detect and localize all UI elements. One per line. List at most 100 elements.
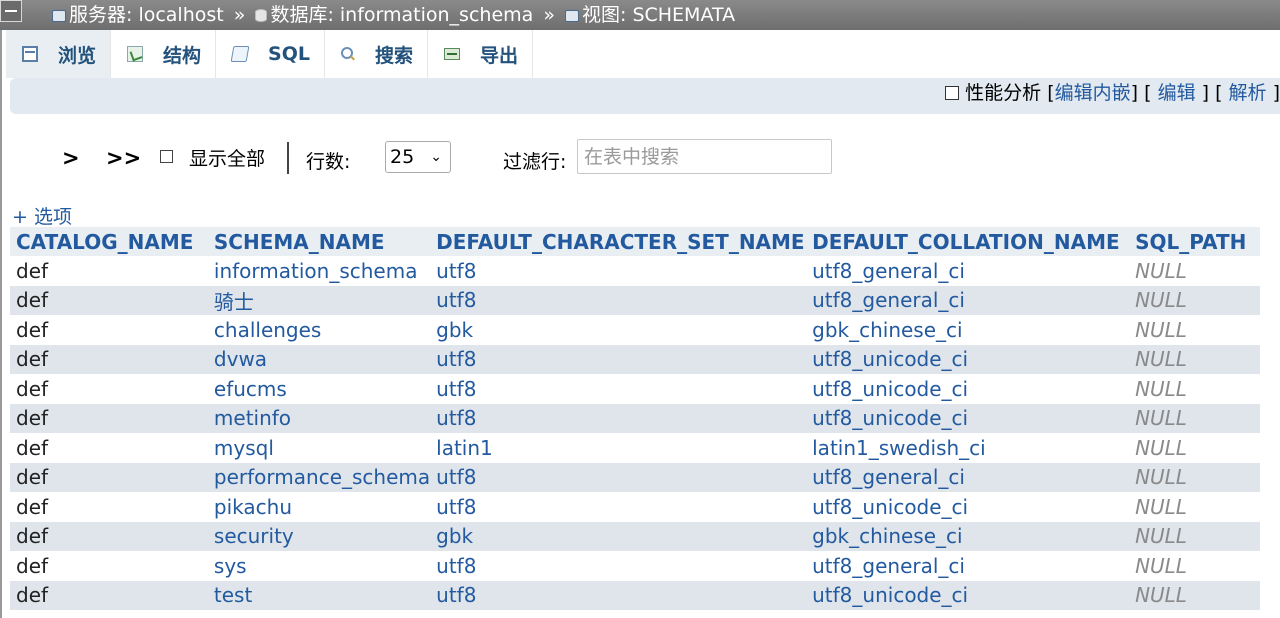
cell-catalog-name: def [10, 433, 208, 463]
cell-catalog-name: def [10, 374, 208, 404]
cell-sql-path: NULL [1129, 285, 1260, 315]
cell-sql-path: NULL [1129, 433, 1260, 463]
view-icon [565, 10, 579, 22]
sql-icon [230, 46, 250, 62]
breadcrumb: 服务器: localhost » 数据库: information_schema… [52, 0, 735, 30]
export-icon [444, 48, 460, 60]
cell-collation: utf8_unicode_ci [806, 374, 1130, 404]
rows-per-page-select[interactable]: 25 ⌄ [385, 141, 451, 173]
cell-schema-name: test [207, 580, 431, 610]
table-row[interactable]: def dvwa utf8 utf8_unicode_ci NULL [10, 344, 1260, 374]
table-row[interactable]: def performance_schema utf8 utf8_general_ci… [10, 462, 1260, 492]
cell-collation: utf8_general_ci [806, 256, 1130, 286]
show-all-checkbox[interactable] [160, 150, 173, 163]
cell-catalog-name: def [10, 580, 208, 610]
tab-structure[interactable]: 结构 [111, 30, 217, 78]
cell-collation: utf8_unicode_ci [806, 580, 1130, 610]
breadcrumb-view[interactable]: 视图: SCHEMATA [582, 4, 735, 26]
tab-label: 搜索 [374, 44, 413, 67]
cell-sql-path: NULL [1129, 551, 1260, 581]
cell-catalog-name: def [10, 551, 208, 581]
table-row[interactable]: def metinfo utf8 utf8_unicode_ci NULL [10, 403, 1260, 433]
table-body: def information_schema utf8 utf8_general_ci… [10, 256, 1260, 610]
table-row[interactable]: def security gbk gbk_chinese_ci NULL [10, 521, 1260, 551]
tab-browse[interactable]: 浏览 [6, 30, 112, 78]
breadcrumb-database[interactable]: 数据库: information_schema [270, 4, 533, 26]
cell-schema-name: challenges [207, 315, 431, 345]
cell-catalog-name: def [10, 521, 208, 551]
cell-collation: gbk_chinese_ci [806, 315, 1130, 345]
cell-character-set: utf8 [430, 344, 807, 374]
chevron-down-icon: ⌄ [430, 149, 442, 165]
breadcrumb-server[interactable]: 服务器: localhost [69, 4, 224, 26]
column-header-sql-path[interactable]: SQL_PATH [1129, 227, 1260, 256]
cell-schema-name: metinfo [207, 403, 431, 433]
cell-sql-path: NULL [1129, 492, 1260, 522]
cell-collation: gbk_chinese_ci [806, 521, 1130, 551]
table-row[interactable]: def test utf8 utf8_unicode_ci NULL [10, 580, 1260, 610]
next-page-button[interactable]: > [62, 146, 80, 170]
results-table: CATALOG_NAME SCHEMA_NAME DEFAULT_CHARACT… [10, 227, 1260, 610]
tab-export[interactable]: 导出 [428, 30, 534, 78]
cell-catalog-name: def [10, 462, 208, 492]
cell-catalog-name: def [10, 256, 208, 286]
table-row[interactable]: def information_schema utf8 utf8_general_ci… [10, 256, 1260, 286]
show-all-label: 显示全部 [189, 148, 266, 170]
structure-icon [127, 46, 144, 62]
options-link[interactable]: + 选项 [12, 202, 72, 229]
table-row[interactable]: def efucms utf8 utf8_unicode_ci NULL [10, 374, 1260, 404]
column-header-catalog-name[interactable]: CATALOG_NAME [10, 227, 208, 256]
table-row[interactable]: def 骑士 utf8 utf8_general_ci NULL [10, 285, 1260, 315]
cell-sql-path: NULL [1129, 521, 1260, 551]
tab-sql[interactable]: SQL [216, 30, 325, 78]
cell-sql-path: NULL [1129, 344, 1260, 374]
database-icon [255, 9, 268, 22]
column-header-default-character-set-name[interactable]: DEFAULT_CHARACTER_SET_NAME [430, 227, 807, 256]
rows-per-page-value: 25 [390, 146, 415, 168]
table-row[interactable]: def sys utf8 utf8_general_ci NULL [10, 551, 1260, 581]
filter-label: 过滤行: [503, 151, 567, 173]
cell-schema-name: dvwa [207, 344, 431, 374]
cell-character-set: utf8 [430, 492, 807, 522]
cell-character-set: utf8 [430, 551, 807, 581]
cell-schema-name: performance_schema [207, 462, 431, 492]
column-header-schema-name[interactable]: SCHEMA_NAME [207, 227, 431, 256]
collapse-icon[interactable] [0, 0, 22, 22]
cell-schema-name: information_schema [207, 256, 431, 286]
cell-schema-name: security [207, 521, 431, 551]
cell-character-set: utf8 [430, 462, 807, 492]
last-page-button[interactable]: >> [106, 146, 141, 170]
cell-collation: latin1_swedish_ci [806, 433, 1130, 463]
cell-collation: utf8_general_ci [806, 285, 1130, 315]
cell-character-set: gbk [430, 315, 807, 345]
table-row[interactable]: def challenges gbk gbk_chinese_ci NULL [10, 315, 1260, 345]
tab-label: 结构 [163, 44, 202, 67]
search-icon [340, 47, 355, 61]
cell-sql-path: NULL [1129, 374, 1260, 404]
edit-inline-link[interactable]: 编辑内嵌 [1055, 82, 1131, 104]
cell-schema-name: sys [207, 551, 431, 581]
explain-link[interactable]: 解析 [1229, 82, 1267, 104]
profiling-checkbox[interactable] [945, 86, 960, 100]
edit-link[interactable]: 编辑 [1158, 82, 1196, 104]
cell-collation: utf8_general_ci [806, 551, 1130, 581]
filter-rows-input[interactable] [577, 139, 832, 174]
tab-search[interactable]: 搜索 [324, 30, 428, 78]
browse-icon [22, 46, 38, 62]
cell-catalog-name: def [10, 285, 208, 315]
profiling-label: 性能分析 [965, 82, 1042, 104]
cell-collation: utf8_unicode_ci [806, 403, 1130, 433]
cell-schema-name: efucms [207, 374, 431, 404]
cell-collation: utf8_unicode_ci [806, 344, 1130, 374]
cell-character-set: utf8 [430, 285, 807, 315]
cell-character-set: latin1 [430, 433, 807, 463]
column-header-default-collation-name[interactable]: DEFAULT_COLLATION_NAME [806, 227, 1130, 256]
cell-catalog-name: def [10, 492, 208, 522]
divider [287, 142, 289, 174]
tab-label: SQL [268, 43, 310, 65]
cell-catalog-name: def [10, 344, 208, 374]
table-row[interactable]: def mysql latin1 latin1_swedish_ci NULL [10, 433, 1260, 463]
table-row[interactable]: def pikachu utf8 utf8_unicode_ci NULL [10, 492, 1260, 522]
breadcrumb-bar: 服务器: localhost » 数据库: information_schema… [0, 0, 1280, 30]
cell-collation: utf8_general_ci [806, 462, 1130, 492]
